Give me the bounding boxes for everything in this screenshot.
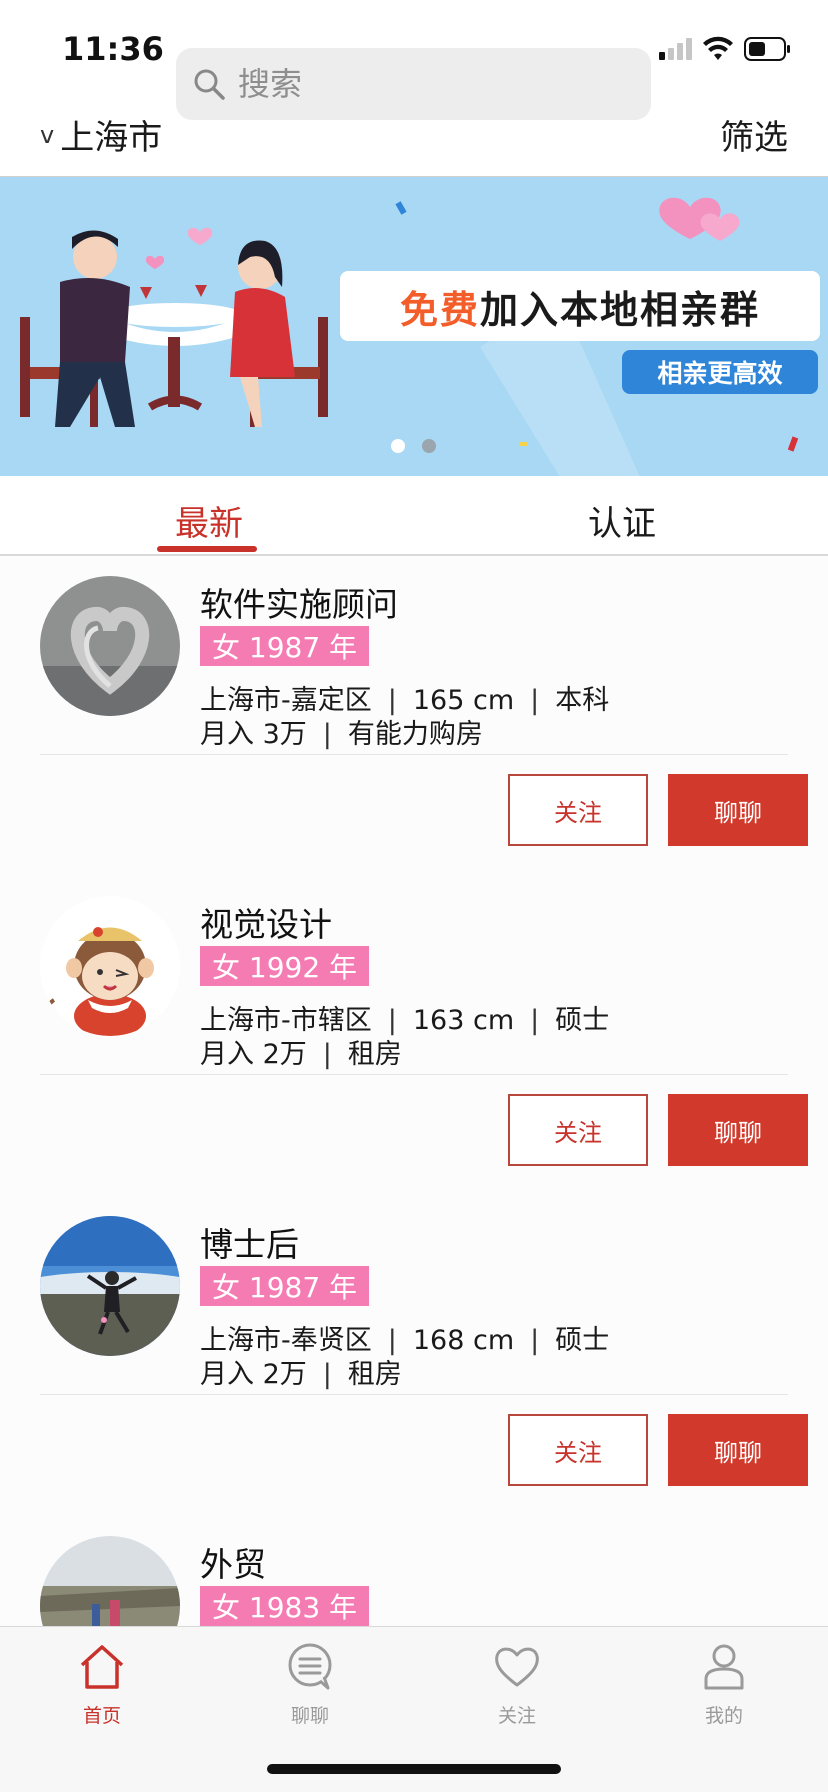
- avatar[interactable]: [40, 576, 180, 716]
- banner-headline: 免费 加入本地相亲群: [340, 271, 820, 341]
- person-icon: [704, 1644, 744, 1690]
- banner-headline-text: 加入本地相亲群: [480, 287, 761, 332]
- gender-year-badge: 女 1992 年: [200, 946, 370, 986]
- profile-title: 软件实施顾问: [200, 585, 398, 624]
- nav-follow[interactable]: 关注: [447, 1641, 587, 1741]
- profile-info-line2: 月入 3万 | 有能力购房: [200, 719, 483, 750]
- education: 硕士: [555, 1325, 610, 1356]
- promo-banner[interactable]: 免费 加入本地相亲群 相亲更高效: [0, 176, 828, 476]
- heart-icon: [495, 1647, 539, 1687]
- carousel-dot-active[interactable]: [391, 439, 405, 453]
- tab-active-indicator: [157, 546, 257, 552]
- filter-button[interactable]: 筛选: [720, 110, 788, 159]
- housing: 有能力购房: [347, 719, 483, 750]
- avatar[interactable]: [40, 1536, 180, 1626]
- housing: 租房: [347, 1359, 402, 1390]
- battery-icon: [744, 37, 790, 61]
- status-time: 11:36: [62, 30, 164, 68]
- status-icons: [659, 36, 792, 62]
- divider: [40, 1394, 788, 1395]
- nav-chat[interactable]: 聊聊: [240, 1641, 380, 1741]
- nav-chat-label: 聊聊: [290, 1705, 329, 1727]
- search-input[interactable]: [238, 65, 628, 103]
- height: 168 cm: [412, 1325, 515, 1356]
- follow-button[interactable]: 关注: [508, 1094, 648, 1166]
- gender-year-badge: 女 1987 年: [200, 626, 370, 666]
- avatar[interactable]: [40, 896, 180, 1036]
- home-icon: [80, 1645, 124, 1689]
- avatar[interactable]: [40, 1216, 180, 1356]
- nav-home[interactable]: 首页: [32, 1641, 172, 1741]
- nav-profile-label: 我的: [704, 1705, 743, 1727]
- profile-card[interactable]: 博士后 女 1987 年 上海市-奉贤区 | 168 cm | 硕士 月入 2万 | 租房 …: [0, 1196, 828, 1516]
- chat-button[interactable]: 聊聊: [668, 1414, 808, 1486]
- income: 月入 3万: [200, 719, 307, 750]
- profile-card[interactable]: 软件实施顾问 女 1987 年 上海市-嘉定区 | 165 cm | 本科 月入 3万 |…: [0, 556, 828, 876]
- chat-button[interactable]: 聊聊: [668, 774, 808, 846]
- city-selector[interactable]: v 上海市: [40, 110, 162, 159]
- city-label: 上海市: [60, 118, 163, 158]
- home-indicator[interactable]: [267, 1764, 561, 1774]
- search-bar[interactable]: [176, 48, 651, 120]
- nav-home-label: 首页: [82, 1705, 121, 1727]
- profile-info-line2: 月入 2万 | 租房: [200, 1039, 402, 1070]
- profile-card[interactable]: 外贸 女 1983 年: [0, 1516, 828, 1626]
- gender-year-badge: 女 1983 年: [200, 1586, 370, 1626]
- height: 163 cm: [412, 1005, 515, 1036]
- search-icon: [194, 69, 225, 100]
- wifi-icon: [703, 36, 733, 60]
- cellular-signal-icon: [659, 38, 692, 60]
- nav-follow-label: 关注: [497, 1705, 536, 1727]
- income: 月入 2万: [200, 1359, 307, 1390]
- income: 月入 2万: [200, 1039, 307, 1070]
- follow-button[interactable]: 关注: [508, 774, 648, 846]
- gender-year-badge: 女 1987 年: [200, 1266, 370, 1306]
- nav-profile[interactable]: 我的: [654, 1641, 794, 1741]
- banner-headline-highlight: 免费: [399, 287, 480, 332]
- divider: [40, 754, 788, 755]
- tab-bar: 最新 认证: [0, 476, 828, 556]
- housing: 租房: [347, 1039, 402, 1070]
- divider: [40, 1074, 788, 1075]
- carousel-dot[interactable]: [422, 439, 436, 453]
- chevron-down-icon: v: [40, 120, 55, 149]
- education: 硕士: [555, 1005, 610, 1036]
- profile-title: 视觉设计: [200, 905, 332, 944]
- profile-title: 外贸: [200, 1545, 266, 1584]
- banner-subtitle: 相亲更高效: [622, 350, 818, 394]
- profile-info-line2: 月入 2万 | 租房: [200, 1359, 402, 1390]
- profile-feed[interactable]: 软件实施顾问 女 1987 年 上海市-嘉定区 | 165 cm | 本科 月入 3万 |…: [0, 556, 828, 1626]
- chat-button[interactable]: 聊聊: [668, 1094, 808, 1166]
- education: 本科: [555, 685, 610, 716]
- tab-latest[interactable]: 最新: [175, 496, 243, 545]
- tab-verified[interactable]: 认证: [588, 496, 656, 545]
- profile-card[interactable]: 视觉设计 女 1992 年 上海市-市辖区 | 163 cm | 硕士 月入 2万 | 租房…: [0, 876, 828, 1196]
- follow-button[interactable]: 关注: [508, 1414, 648, 1486]
- profile-title: 博士后: [200, 1225, 299, 1264]
- chat-bubble-icon: [288, 1643, 332, 1690]
